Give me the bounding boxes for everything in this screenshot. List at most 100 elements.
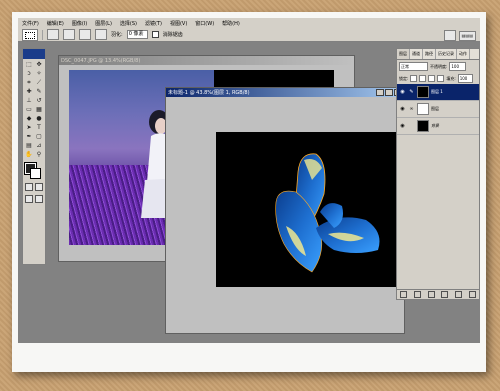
blend-mode-select[interactable]: 正常 xyxy=(399,62,428,71)
brush-link-icon[interactable]: ✎ xyxy=(408,89,415,96)
doc2-titlebar[interactable]: 未标题-1 @ 43.8%(图层 1, RGB/8) xyxy=(166,88,404,97)
type-tool-icon[interactable]: T xyxy=(34,123,44,132)
slice-tool-icon[interactable]: ⟋ xyxy=(34,78,44,87)
separator xyxy=(42,29,43,40)
layer-thumbnail xyxy=(417,86,429,98)
empty-link-slot xyxy=(408,123,415,130)
tab-paths[interactable]: 路径 xyxy=(423,49,436,59)
lock-row: 锁定: 填充: 100 xyxy=(397,73,479,84)
menu-filter[interactable]: 滤镜(T) xyxy=(141,20,166,27)
adjustment-layer-icon[interactable] xyxy=(441,291,449,298)
move-tool-icon[interactable]: ✥ xyxy=(34,60,44,69)
tool-grid: ⬚ ✥ ↄ ✧ ⌗ ⟋ ✚ ✎ ⊥ ↺ ▭ ▦ ◆ ● ➤ T ✒ ▢ ▤ ⊿ … xyxy=(23,59,45,160)
eye-icon[interactable]: ◉ xyxy=(399,123,406,130)
blur-tool-icon[interactable]: ◆ xyxy=(24,114,34,123)
fill-input[interactable]: 100 xyxy=(457,74,473,83)
wings-canvas[interactable] xyxy=(216,132,396,287)
hand-tool-icon[interactable]: ✋ xyxy=(24,150,34,159)
add-selection-icon[interactable] xyxy=(63,29,75,40)
feather-input[interactable]: 0 像素 xyxy=(126,30,148,39)
lasso-tool-icon[interactable]: ↄ xyxy=(24,69,34,78)
intersect-selection-icon[interactable] xyxy=(95,29,107,40)
opacity-input[interactable]: 100 xyxy=(449,62,467,71)
blend-row: 正常 不透明度: 100 xyxy=(397,60,479,73)
eyedropper-tool-icon[interactable]: ⊿ xyxy=(34,141,44,150)
doc1-title: DSC_0047.JPG @ 13.4%(RGB/8) xyxy=(61,57,141,64)
magic-wand-tool-icon[interactable]: ✧ xyxy=(34,69,44,78)
pen-tool-icon[interactable]: ✒ xyxy=(24,132,34,141)
menu-image[interactable]: 图像(I) xyxy=(68,20,91,27)
tab-channels[interactable]: 通道 xyxy=(410,49,423,59)
layer-row[interactable]: ◉ ∞ 图层 xyxy=(397,101,479,118)
menu-file[interactable]: 文件(F) xyxy=(18,20,43,27)
gradient-tool-icon[interactable]: ▦ xyxy=(34,105,44,114)
minimize-icon[interactable] xyxy=(376,89,384,96)
zoom-tool-icon[interactable]: ⚲ xyxy=(34,150,44,159)
tool-preset-picker[interactable] xyxy=(22,28,38,41)
standard-mode-icon[interactable] xyxy=(25,183,33,191)
lock-position-icon[interactable] xyxy=(428,75,436,82)
layer-thumbnail xyxy=(417,103,429,115)
background-color[interactable] xyxy=(30,168,41,179)
quick-mask-icon[interactable] xyxy=(35,183,43,191)
color-swatches xyxy=(23,162,45,181)
maximize-icon[interactable] xyxy=(385,89,393,96)
tab-history[interactable]: 历史记录 xyxy=(436,49,457,59)
screen-mode-full-icon[interactable] xyxy=(35,195,43,203)
eye-icon[interactable]: ◉ xyxy=(399,106,406,113)
crop-tool-icon[interactable]: ⌗ xyxy=(24,78,34,87)
dodge-tool-icon[interactable]: ● xyxy=(34,114,44,123)
menu-view[interactable]: 视图(V) xyxy=(166,20,191,27)
tab-actions[interactable]: 动作 xyxy=(457,49,470,59)
mask-mode xyxy=(23,181,45,193)
layers-tabs: 图层 通道 路径 历史记录 动作 xyxy=(397,49,479,60)
brush-tool-icon[interactable]: ✎ xyxy=(34,87,44,96)
layer-set-icon[interactable] xyxy=(427,291,435,298)
layer-row[interactable]: ◉ ✎ 图层 1 xyxy=(397,84,479,101)
notes-tool-icon[interactable]: ▤ xyxy=(24,141,34,150)
lock-image-icon[interactable] xyxy=(419,75,427,82)
antialias-checkbox[interactable] xyxy=(151,31,159,38)
doc1-titlebar[interactable]: DSC_0047.JPG @ 13.4%(RGB/8) xyxy=(59,56,354,65)
layer-style-icon[interactable] xyxy=(400,291,408,298)
layer-mask-icon[interactable] xyxy=(413,291,421,298)
butterfly-wings xyxy=(275,153,380,273)
tab-layers[interactable]: 图层 xyxy=(397,49,410,59)
doc2-title: 未标题-1 @ 43.8%(图层 1, RGB/8) xyxy=(168,90,250,96)
lock-transparent-icon[interactable] xyxy=(410,75,418,82)
options-bar: 羽化: 0 像素 消除锯齿 ▤▤▤ xyxy=(18,28,480,42)
palette-tab-text: ▤▤▤ xyxy=(461,32,473,38)
trash-icon[interactable] xyxy=(468,291,476,298)
layer-name: 图层 1 xyxy=(431,89,443,94)
feather-label: 羽化: xyxy=(111,32,123,38)
marquee-tool-icon[interactable]: ⬚ xyxy=(24,60,34,69)
new-layer-icon[interactable] xyxy=(454,291,462,298)
photoshop-window: 文件(F) 编辑(E) 图像(I) 图层(L) 选择(S) 滤镜(T) 视图(V… xyxy=(18,18,480,343)
new-selection-icon[interactable] xyxy=(47,29,59,40)
eraser-tool-icon[interactable]: ▭ xyxy=(24,105,34,114)
layer-row[interactable]: ◉ 背景 xyxy=(397,118,479,135)
clone-stamp-icon[interactable]: ⊥ xyxy=(24,96,34,105)
history-brush-icon[interactable]: ↺ xyxy=(34,96,44,105)
menu-window[interactable]: 窗口(W) xyxy=(191,20,218,27)
healing-brush-icon[interactable]: ✚ xyxy=(24,87,34,96)
file-browser-icon[interactable] xyxy=(443,30,456,41)
shape-tool-icon[interactable]: ▢ xyxy=(34,132,44,141)
screen-mode-standard-icon[interactable] xyxy=(25,195,33,203)
menu-layer[interactable]: 图层(L) xyxy=(91,20,116,27)
layers-footer xyxy=(397,289,479,299)
layer-name: 图层 xyxy=(431,106,439,111)
subtract-selection-icon[interactable] xyxy=(79,29,91,40)
menu-edit[interactable]: 编辑(E) xyxy=(43,20,68,27)
document-window-wings: 未标题-1 @ 43.8%(图层 1, RGB/8) xyxy=(165,87,405,334)
opacity-label: 不透明度: xyxy=(430,63,448,69)
path-select-icon[interactable]: ➤ xyxy=(24,123,34,132)
palette-well-tab[interactable]: ▤▤▤ xyxy=(458,30,476,41)
menu-select[interactable]: 选择(S) xyxy=(116,20,141,27)
toolbox: ⬚ ✥ ↄ ✧ ⌗ ⟋ ✚ ✎ ⊥ ↺ ▭ ▦ ◆ ● ➤ T ✒ ▢ ▤ ⊿ … xyxy=(22,48,46,265)
link-icon[interactable]: ∞ xyxy=(408,106,415,113)
lock-label: 锁定: xyxy=(399,75,409,81)
menu-help[interactable]: 帮助(H) xyxy=(218,20,244,27)
eye-icon[interactable]: ◉ xyxy=(399,89,406,96)
lock-all-icon[interactable] xyxy=(437,75,445,82)
